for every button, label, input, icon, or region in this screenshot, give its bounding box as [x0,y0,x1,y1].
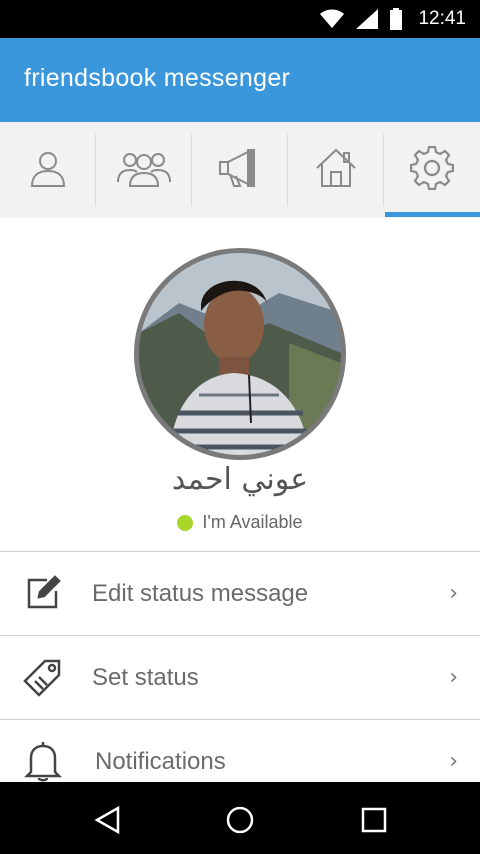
presence-status: I'm Available [0,512,480,533]
menu-item-label: Edit status message [92,579,309,607]
chevron-right-icon: › [449,749,458,774]
signal-icon [356,9,378,33]
tab-bar [0,122,480,218]
menu-item-edit-status-message[interactable]: Edit status message › [0,551,480,635]
home-circle-icon[interactable] [220,800,260,840]
clock: 12:41 [418,8,466,29]
megaphone-icon [218,148,262,192]
back-triangle-icon[interactable] [88,800,128,840]
menu-item-label: Set status [92,663,199,691]
tab-groups[interactable] [96,122,192,218]
status-dot-icon [177,514,194,531]
profile-name: عوني احمد [171,462,309,497]
status-bar: 12:41 [0,0,480,38]
recents-square-icon[interactable] [354,800,394,840]
system-nav-bar [0,782,480,854]
chevron-right-icon: › [449,665,458,690]
battery-icon [390,8,402,34]
bell-icon [22,740,64,782]
chevron-right-icon: › [449,581,458,606]
selected-tab-indicator [385,212,480,217]
tab-broadcast[interactable] [192,122,288,218]
group-icon [116,148,172,192]
edit-icon [22,572,64,614]
tab-settings[interactable] [384,122,480,218]
tag-icon [22,656,64,698]
person-icon [28,148,68,192]
avatar[interactable] [134,248,346,460]
profile-panel: عوني احمد I'm Available Edit status mess… [0,218,480,782]
gear-icon [409,145,455,194]
settings-menu: Edit status message › Set status › Notif… [0,551,480,782]
tab-contacts[interactable] [0,122,96,218]
wifi-icon [320,9,344,33]
app-bar: friendsbook messenger [0,38,480,122]
menu-item-label: Notifications [95,747,226,775]
menu-item-notifications[interactable]: Notifications › [0,719,480,782]
menu-item-set-status[interactable]: Set status › [0,635,480,719]
presence-status-text: I'm Available [202,512,303,532]
home-icon [315,148,357,192]
app-title: friendsbook messenger [24,64,291,92]
tab-home[interactable] [288,122,384,218]
